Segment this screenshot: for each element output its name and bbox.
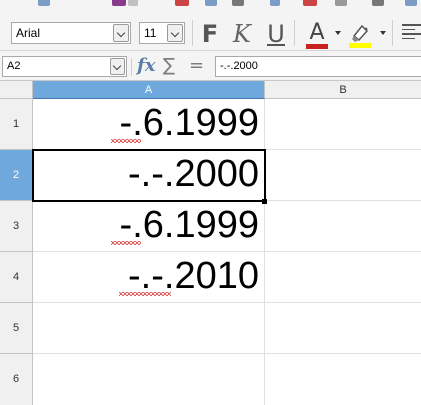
toolbar-icon-partial[interactable] xyxy=(372,0,384,6)
underline-bar xyxy=(267,44,285,46)
font-color-dropdown-icon[interactable] xyxy=(335,31,341,35)
font-color-icon: A xyxy=(309,20,325,45)
highlight-color-dropdown-icon[interactable] xyxy=(380,31,386,35)
cell-b1[interactable] xyxy=(265,99,421,150)
formula-icon[interactable]: = xyxy=(189,55,204,77)
font-size-select[interactable]: 11 xyxy=(139,22,185,44)
underline-button[interactable]: U xyxy=(262,20,290,48)
toolbar-separator xyxy=(192,20,193,46)
formatting-toolbar: Arial 11 F K U A xyxy=(0,10,421,51)
align-left-icon[interactable] xyxy=(402,24,421,44)
standard-toolbar-partial xyxy=(0,0,421,10)
toolbar-icon-partial[interactable] xyxy=(38,0,50,6)
chevron-down-icon[interactable] xyxy=(113,24,129,42)
toolbar-separator xyxy=(392,20,393,46)
cell-a5[interactable] xyxy=(33,303,265,354)
row-header-3[interactable]: 3 xyxy=(0,201,33,252)
row-header-4[interactable]: 4 xyxy=(0,252,33,303)
row-header-1[interactable]: 1 xyxy=(0,99,33,150)
font-size-value: 11 xyxy=(144,26,157,40)
sum-icon[interactable]: ∑ xyxy=(163,55,175,77)
cell-a1[interactable]: -.6.1999 xyxy=(33,99,265,150)
toolbar-icon-partial[interactable] xyxy=(303,0,317,6)
toolbar-icon-partial[interactable] xyxy=(175,0,189,6)
column-header-b[interactable]: B xyxy=(265,81,421,99)
chevron-down-icon[interactable] xyxy=(167,24,183,42)
row-header-5[interactable]: 5 xyxy=(0,303,33,354)
toolbar-icon-partial[interactable] xyxy=(205,0,217,6)
spellcheck-underline xyxy=(119,292,171,296)
cell-a2-value: -.-.2000 xyxy=(128,153,259,195)
name-box[interactable]: A2 xyxy=(2,56,127,77)
toolbar-icon-partial[interactable] xyxy=(405,0,417,6)
font-color-swatch xyxy=(306,44,328,49)
toolbar-icon-partial[interactable] xyxy=(335,0,347,6)
font-name-select[interactable]: Arial xyxy=(11,22,131,44)
function-wizard-icon[interactable]: fx xyxy=(137,55,155,77)
cell-b4[interactable] xyxy=(265,252,421,303)
cell-b6[interactable] xyxy=(265,354,421,405)
toolbar-icon-partial[interactable] xyxy=(232,0,244,6)
cell-reference: A2 xyxy=(7,60,21,72)
toolbar-icon-partial[interactable] xyxy=(112,0,126,6)
row-header-6[interactable]: 6 xyxy=(0,354,33,405)
row-header-2[interactable]: 2 xyxy=(0,150,33,201)
cell-a6[interactable] xyxy=(33,354,265,405)
spellcheck-underline xyxy=(111,241,141,245)
chevron-down-icon[interactable] xyxy=(110,58,125,75)
toolbar-separator xyxy=(131,58,132,76)
toolbar-icon-partial[interactable] xyxy=(270,0,280,6)
cell-b5[interactable] xyxy=(265,303,421,354)
cell-b3[interactable] xyxy=(265,201,421,252)
cell-a4[interactable]: -.-.2010 xyxy=(33,252,265,303)
column-header-a[interactable]: A xyxy=(33,81,265,99)
select-all-corner[interactable] xyxy=(0,81,33,99)
bold-button[interactable]: F xyxy=(196,20,224,48)
formula-input[interactable]: -.-.2000 xyxy=(215,56,421,77)
formula-bar: A2 fx ∑ = -.-.2000 xyxy=(0,51,421,81)
autofill-handle[interactable] xyxy=(262,199,267,204)
spreadsheet-window: Arial 11 F K U A A2 fx ∑ = -.-.2000 A B … xyxy=(0,0,421,405)
font-color-button[interactable]: A xyxy=(304,20,330,49)
toolbar-icon-partial[interactable] xyxy=(128,0,138,6)
spellcheck-underline xyxy=(111,139,141,143)
italic-button[interactable]: K xyxy=(228,20,256,48)
cell-a2[interactable]: -.-.2000 xyxy=(33,150,265,201)
highlight-color-button[interactable] xyxy=(345,20,375,48)
toolbar-separator xyxy=(294,20,295,46)
cell-a3[interactable]: -.6.1999 xyxy=(33,201,265,252)
spreadsheet-grid: A B 1 2 3 4 5 6 -.6.1999 -.-.2000 -.6.19… xyxy=(0,81,421,405)
cell-b2[interactable] xyxy=(265,150,421,201)
font-name-value: Arial xyxy=(16,26,41,40)
highlighter-icon xyxy=(349,24,371,48)
